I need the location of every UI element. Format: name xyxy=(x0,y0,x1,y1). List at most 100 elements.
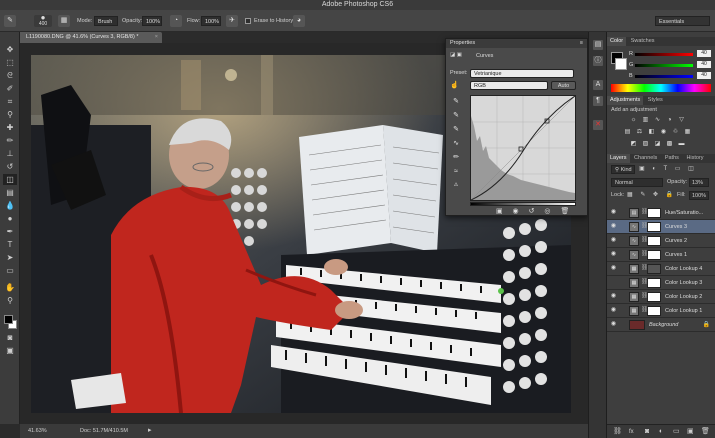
gray-point-eyedropper-icon[interactable]: ✎ xyxy=(451,111,461,120)
opacity-field[interactable]: 100% xyxy=(142,16,162,26)
pencil-draw-icon[interactable]: ✏ xyxy=(451,153,461,162)
black-white-adjust-icon[interactable]: ◧ xyxy=(647,128,656,137)
brightness-adjust-icon[interactable]: ☼ xyxy=(629,116,638,125)
preset-select[interactable]: Vetrianique xyxy=(470,69,574,78)
eye-icon[interactable]: ◉ xyxy=(610,209,617,216)
tab-adjustments[interactable]: Adjustments xyxy=(607,96,644,105)
red-slider[interactable]: R 40 xyxy=(629,50,711,58)
tab-styles[interactable]: Styles xyxy=(645,96,666,105)
green-value[interactable]: 40 xyxy=(697,61,711,68)
color-balance-adjust-icon[interactable]: ⚖ xyxy=(635,128,644,137)
hand-icon[interactable]: ✋ xyxy=(3,282,17,293)
lasso-icon[interactable]: ᘓ xyxy=(3,70,17,81)
clipping-warning-icon[interactable]: ⚠ xyxy=(451,181,461,190)
history-brush-icon[interactable]: ↺ xyxy=(3,161,17,172)
workspace-select[interactable]: Essentials xyxy=(655,16,710,26)
channel-mixer-adjust-icon[interactable]: ♲ xyxy=(671,128,680,137)
eye-icon[interactable]: ◉ xyxy=(610,223,617,230)
crop-icon[interactable]: ⌗ xyxy=(3,96,17,107)
color-spectrum-bar[interactable] xyxy=(611,84,711,92)
lock-icons[interactable]: ▦ ✎ ✥ 🔒 xyxy=(627,191,676,198)
layer-mask-thumb[interactable] xyxy=(647,222,661,232)
history-panel-icon[interactable]: ▤ xyxy=(593,40,603,50)
layer-filter-select[interactable]: ⚲ Kind xyxy=(611,165,635,174)
eye-icon[interactable]: ◉ xyxy=(610,265,617,272)
layer-row-curves-2[interactable]: ◉ ∿ ⛓ Curves 2 xyxy=(607,234,715,248)
foreground-color-swatch[interactable] xyxy=(4,315,13,324)
brush-panel-toggle-icon[interactable]: ▦ xyxy=(58,15,70,27)
status-menu-arrow-icon[interactable]: ▸ xyxy=(148,424,152,438)
layer-mask-thumb[interactable] xyxy=(647,264,661,274)
zoom-level[interactable]: 41.63% xyxy=(28,424,47,438)
quick-select-icon[interactable]: ✐ xyxy=(3,83,17,94)
airbrush-icon[interactable]: ✈ xyxy=(226,15,238,27)
tab-swatches[interactable]: Swatches xyxy=(628,37,658,46)
levels-adjust-icon[interactable]: ▥ xyxy=(641,116,650,125)
trash-icon[interactable]: 🗑 xyxy=(701,425,710,438)
pressure-opacity-icon[interactable]: ◔ xyxy=(170,15,182,27)
color-lookup-adjust-icon[interactable]: ▦ xyxy=(683,128,692,137)
layer-mask-thumb[interactable] xyxy=(647,236,661,246)
green-ramp[interactable] xyxy=(635,64,693,67)
add-mask-icon[interactable]: ◙ xyxy=(645,425,649,438)
brush-size-picker[interactable]: ● 400 xyxy=(34,14,52,27)
healing-icon[interactable]: ✚ xyxy=(3,122,17,133)
eraser-icon[interactable]: ◫ xyxy=(3,174,17,185)
curves-graph[interactable] xyxy=(470,95,576,201)
eyedropper-icon[interactable]: ⚲ xyxy=(3,109,17,120)
threshold-adjust-icon[interactable]: ◪ xyxy=(653,140,662,149)
blue-value[interactable]: 40 xyxy=(697,72,711,79)
layer-mask-thumb[interactable] xyxy=(647,250,661,260)
marquee-icon[interactable]: ⬚ xyxy=(3,57,17,68)
type-icon[interactable]: T xyxy=(3,239,17,250)
flow-field[interactable]: 100% xyxy=(201,16,221,26)
color-background-swatch[interactable] xyxy=(615,58,627,70)
vibrance-adjust-icon[interactable]: ▽ xyxy=(677,116,686,125)
auto-button[interactable]: Auto xyxy=(551,81,576,90)
eye-hidden-icon[interactable]: ◉ xyxy=(610,279,617,286)
black-point-eyedropper-icon[interactable]: ✎ xyxy=(451,97,461,106)
screen-mode-icon[interactable]: ▣ xyxy=(3,345,17,356)
layer-filter-icons[interactable]: ▣ ◐ T ▭ ◫ xyxy=(639,165,697,172)
close-tab-icon[interactable]: × xyxy=(155,32,158,43)
new-group-icon[interactable]: ▭ xyxy=(673,425,680,438)
path-select-icon[interactable]: ➤ xyxy=(3,252,17,263)
layer-row-background[interactable]: ◉ Background 🔒 xyxy=(607,318,715,332)
blur-icon[interactable]: 💧 xyxy=(3,200,17,211)
curves-adjust-icon[interactable]: ∿ xyxy=(653,116,662,125)
hue-sat-adjust-icon[interactable]: ▤ xyxy=(623,128,632,137)
document-tab[interactable]: L1190080.DNG @ 41.6% (Curves 3, RGB/8) *… xyxy=(20,32,162,43)
gradient-icon[interactable]: ▤ xyxy=(3,187,17,198)
brush-tool-preset-icon[interactable]: ✎ xyxy=(4,15,16,27)
tab-color[interactable]: Color xyxy=(607,37,627,46)
selective-color-adjust-icon[interactable]: ▩ xyxy=(665,140,674,149)
eye-icon[interactable]: ◉ xyxy=(610,237,617,244)
clone-stamp-icon[interactable]: ⊥ xyxy=(3,148,17,159)
tab-layers[interactable]: Layers xyxy=(607,154,630,163)
pen-icon[interactable]: ✒ xyxy=(3,226,17,237)
layer-row-color-lookup-4[interactable]: ◉ ▦ ⛓ Color Lookup 4 xyxy=(607,262,715,276)
fill-field[interactable]: 100% xyxy=(689,191,709,200)
character-panel-icon[interactable]: A xyxy=(593,80,603,90)
info-panel-icon[interactable]: ⓘ xyxy=(593,56,603,66)
zoom-icon[interactable]: ⚲ xyxy=(3,295,17,306)
smooth-icon[interactable]: ≈ xyxy=(451,167,461,176)
link-layers-icon[interactable]: ⛓ xyxy=(613,425,622,438)
shape-icon[interactable]: ▭ xyxy=(3,265,17,276)
close-panel-icon[interactable]: ✕ xyxy=(593,120,603,130)
layer-row-curves-1[interactable]: ◉ ∿ ⛓ Curves 1 xyxy=(607,248,715,262)
posterize-adjust-icon[interactable]: ▨ xyxy=(641,140,650,149)
paragraph-panel-icon[interactable]: ¶ xyxy=(593,96,603,106)
blend-mode-select[interactable]: Normal xyxy=(611,178,663,187)
tab-paths[interactable]: Paths xyxy=(662,154,682,163)
gradient-map-adjust-icon[interactable]: ▬ xyxy=(677,140,686,149)
channel-select[interactable]: RGB xyxy=(470,81,548,90)
new-adjustment-icon[interactable]: ◐ xyxy=(659,425,663,438)
eye-icon[interactable]: ◉ xyxy=(610,251,617,258)
pressure-size-icon[interactable]: ◕ xyxy=(293,15,305,27)
panel-menu-icon[interactable]: ≡ xyxy=(580,39,583,48)
green-slider[interactable]: G 40 xyxy=(629,61,711,69)
layer-opacity-field[interactable]: 13% xyxy=(689,178,709,187)
photo-filter-adjust-icon[interactable]: ◉ xyxy=(659,128,668,137)
exposure-adjust-icon[interactable]: ◑ xyxy=(665,116,674,125)
